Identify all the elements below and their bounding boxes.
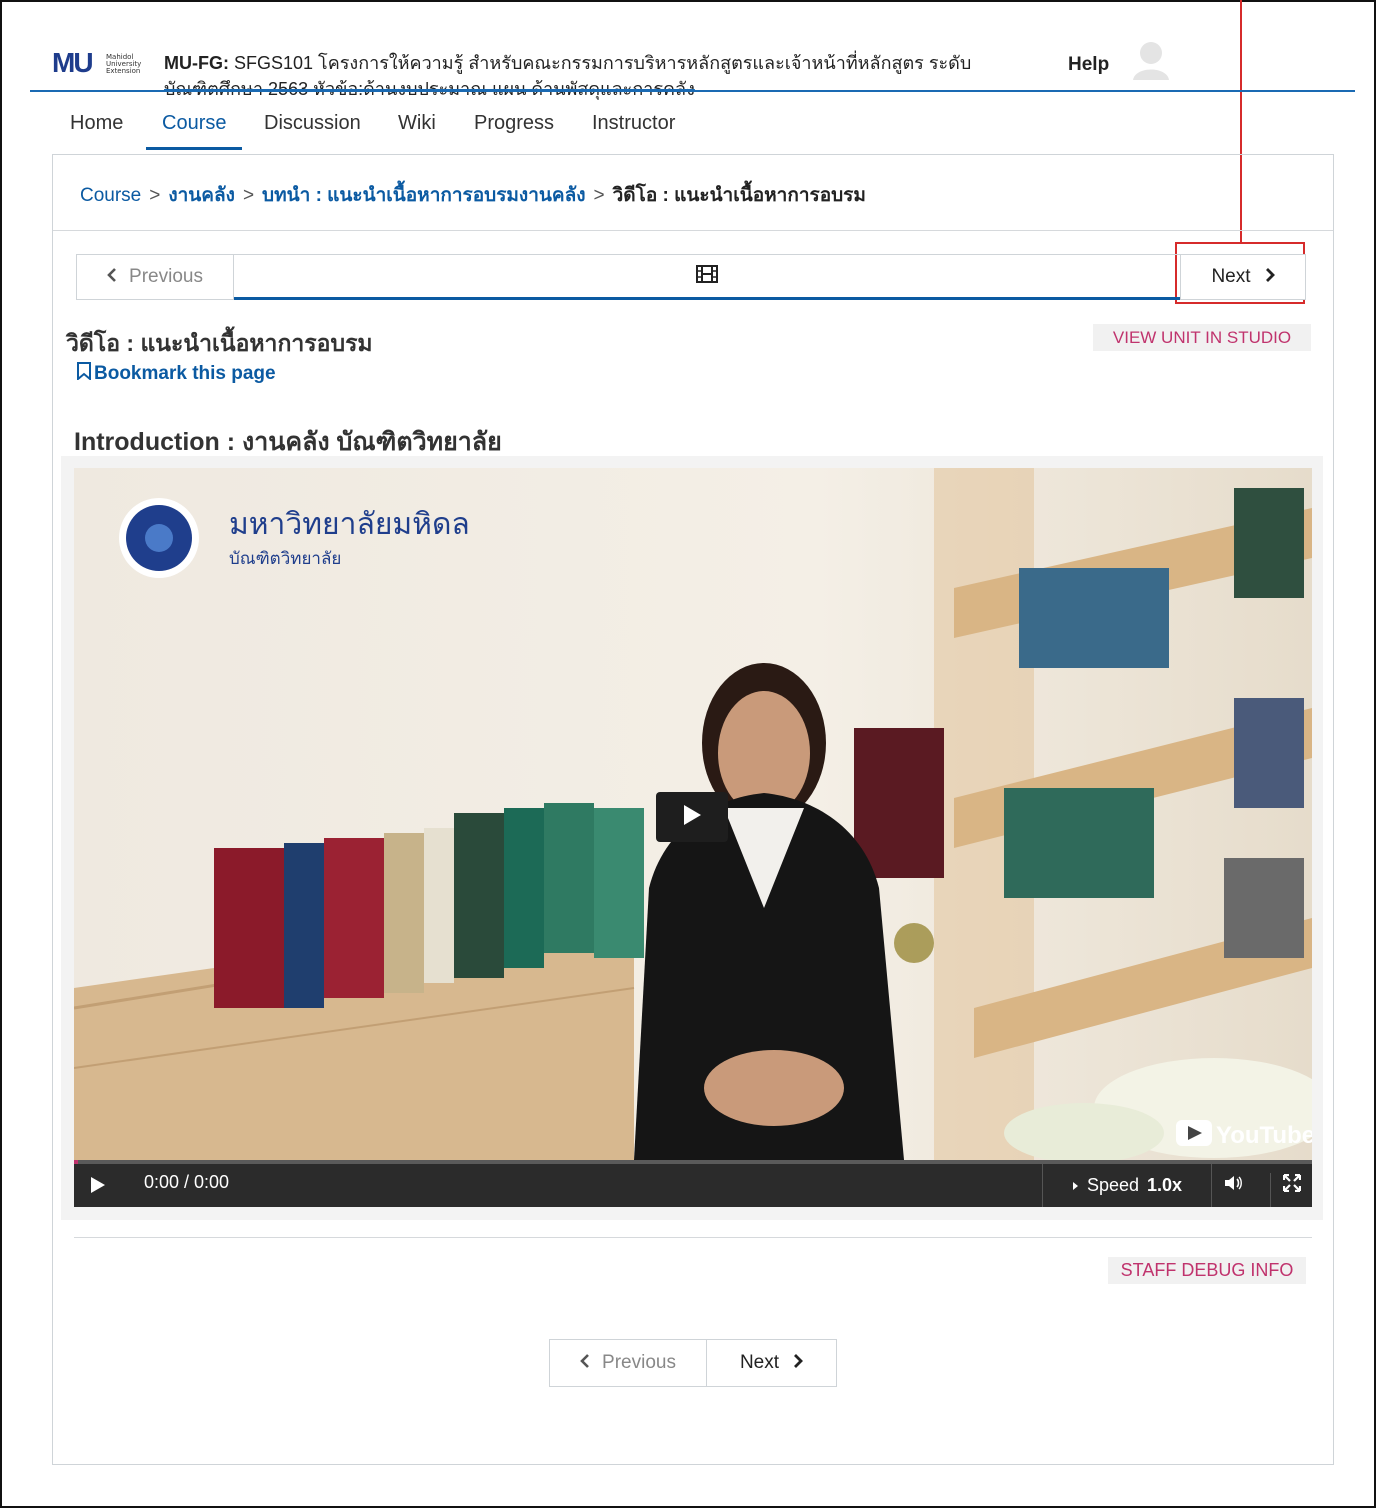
video-player[interactable]: มหาวิทยาลัยมหิดล บัณฑิตวิทยาลัย YouTube	[74, 468, 1312, 1160]
speed-label: Speed	[1086, 1175, 1139, 1195]
help-link[interactable]: Help	[1068, 54, 1109, 76]
bottom-previous-label: Previous	[602, 1352, 676, 1373]
speed-button[interactable]: Speed 1.0x	[1042, 1164, 1212, 1207]
chevron-left-icon	[580, 1352, 590, 1374]
chevron-right-icon	[793, 1352, 804, 1374]
breadcrumb-separator: >	[242, 185, 255, 206]
play-icon	[90, 1177, 106, 1198]
previous-label: Previous	[129, 266, 203, 287]
breadcrumb-course[interactable]: Course	[80, 185, 141, 206]
course-code: MU-FG:	[164, 53, 229, 73]
bookmark-button[interactable]: Bookmark this page	[76, 362, 276, 386]
youtube-label: YouTube	[1216, 1122, 1312, 1149]
volume-icon	[1224, 1176, 1244, 1196]
tab-home[interactable]: Home	[54, 108, 139, 150]
content-divider	[74, 1237, 1312, 1238]
tab-wiki[interactable]: Wiki	[382, 108, 452, 150]
video-play-overlay-button[interactable]	[656, 792, 728, 842]
caret-right-icon	[1072, 1175, 1079, 1196]
logo-mark: MU	[52, 47, 94, 78]
fullscreen-button[interactable]	[1270, 1173, 1313, 1207]
sequence-unit-tab[interactable]	[234, 254, 1180, 300]
bottom-next-button[interactable]: Next	[706, 1339, 837, 1387]
header-divider	[30, 90, 1355, 92]
next-label: Next	[1211, 266, 1251, 287]
course-name-line1: SFGS101 โครงการให้ความรู้ สำหรับคณะกรรมก…	[234, 53, 972, 73]
user-avatar-icon[interactable]	[1132, 40, 1170, 80]
breadcrumb: Course > งานคลัง > บทนำ : แนะนำเนื้อหาการอบร…	[80, 180, 866, 210]
breadcrumb-subsection[interactable]: บทนำ : แนะนำเนื้อหาการอบรมงานคลัง	[262, 185, 585, 206]
play-button[interactable]	[90, 1176, 106, 1199]
fullscreen-icon	[1282, 1173, 1302, 1207]
chevron-right-icon	[1265, 266, 1275, 288]
breadcrumb-current: วิดีโอ : แนะนำเนื้อหาการอบรม	[612, 185, 866, 206]
logo-subtext: Mahidol University Extension	[106, 53, 142, 75]
staff-debug-button[interactable]: STAFF DEBUG INFO	[1108, 1257, 1306, 1284]
breadcrumb-divider	[53, 230, 1333, 231]
course-title: MU-FG: SFGS101 โครงการให้ความรู้ สำหรับค…	[164, 50, 1014, 102]
chevron-left-icon	[107, 266, 117, 288]
bottom-sequence-navigation: Previous Next	[549, 1339, 837, 1387]
speed-value: 1.0x	[1147, 1175, 1183, 1195]
previous-button[interactable]: Previous	[76, 254, 234, 300]
course-name-line2: บัณฑิตศึกษา 2563 หัวข้อ:ด้านงบประมาณ แผน…	[164, 79, 695, 99]
breadcrumb-separator: >	[149, 185, 161, 206]
tab-instructor[interactable]: Instructor	[576, 108, 691, 150]
video-controls: 0:00 / 0:00 Speed 1.0x	[74, 1160, 1312, 1207]
site-logo[interactable]: MU Mahidol University Extension	[52, 48, 144, 78]
video-time: 0:00 / 0:00	[144, 1172, 230, 1192]
view-in-studio-button[interactable]: VIEW UNIT IN STUDIO	[1093, 324, 1311, 351]
next-button[interactable]: Next	[1180, 254, 1306, 300]
bookmark-icon	[76, 362, 92, 386]
video-progress-fill	[74, 1160, 78, 1164]
volume-button[interactable]	[1224, 1174, 1244, 1197]
breadcrumb-separator: >	[593, 185, 605, 206]
bookmark-label: Bookmark this page	[94, 363, 276, 384]
film-icon	[696, 264, 718, 288]
video-overlay-subtitle: บัณฑิตวิทยาลัย	[229, 549, 341, 569]
tab-course[interactable]: Course	[146, 108, 243, 150]
bottom-next-label: Next	[739, 1352, 780, 1373]
unit-title: วิดีโอ : แนะนำเนื้อหาการอบรม	[66, 330, 373, 356]
sequence-navigation: Previous Next	[76, 254, 1306, 300]
bottom-previous-button[interactable]: Previous	[549, 1339, 707, 1387]
play-icon	[682, 804, 702, 831]
breadcrumb-section[interactable]: งานคลัง	[168, 185, 235, 206]
tab-progress[interactable]: Progress	[458, 108, 570, 150]
tab-discussion[interactable]: Discussion	[248, 108, 377, 150]
video-overlay-title: มหาวิทยาลัยมหิดล	[229, 507, 470, 542]
